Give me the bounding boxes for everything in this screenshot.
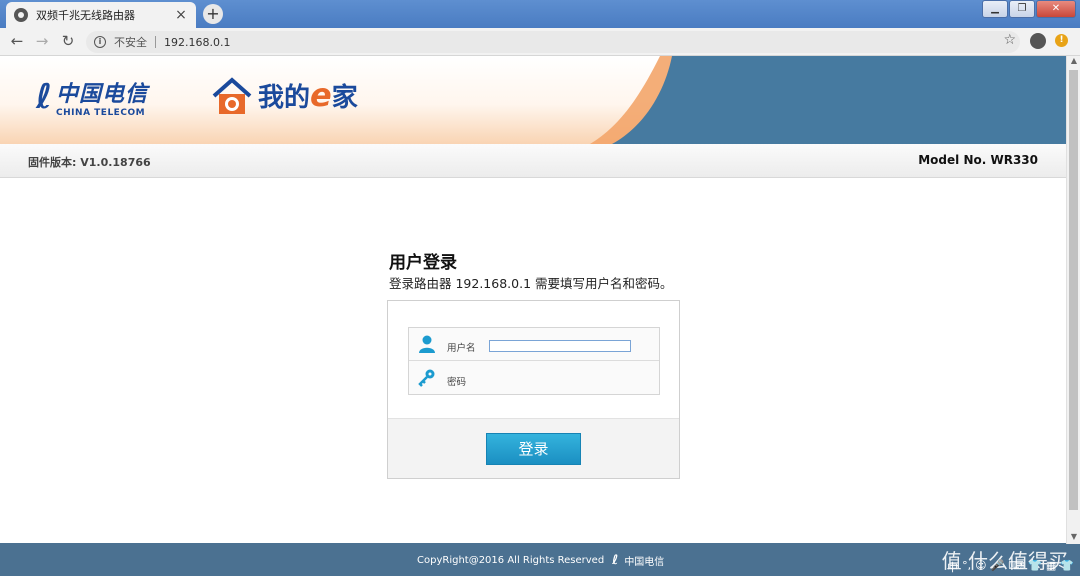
ime-item[interactable]: ▦ (1046, 559, 1056, 575)
tab-title: 双频千兆无线路由器 (36, 9, 135, 22)
ime-tray: 中 °, ☺ 🎤 ⌨ 👕 ▦ 👕 (943, 559, 1074, 575)
back-icon[interactable]: ← (6, 31, 28, 53)
reload-icon[interactable]: ↻ (57, 31, 79, 53)
brand-en: CHINA TELECOM (56, 108, 146, 118)
scroll-up-icon[interactable]: ▲ (1067, 56, 1080, 68)
login-fields: 用户名 密码 (408, 327, 660, 395)
ime-item[interactable]: ⌨ (1008, 559, 1024, 575)
user-icon (419, 335, 435, 353)
browser-tab-bar: 双频千兆无线路由器 × + ▁ ❐ ✕ (0, 0, 1080, 28)
page-footer: CopyRight@2016 All Rights Reserved ℓ 中国电… (0, 543, 1080, 576)
ime-item[interactable]: 🎤 (991, 559, 1005, 575)
router-page: ℓ 中国电信 CHINA TELECOM 我的e家 固件版本: V1.0.187… (0, 56, 1080, 576)
password-row[interactable]: 密码 (409, 361, 659, 394)
login-button[interactable]: 登录 (486, 433, 581, 465)
minimize-button[interactable]: ▁ (982, 0, 1008, 18)
bookmark-star-icon[interactable]: ☆ (1003, 32, 1016, 48)
login-description: 登录路由器 192.168.0.1 需要填写用户名和密码。 (389, 276, 673, 291)
house-icon (212, 77, 252, 114)
scroll-down-icon[interactable]: ▼ (1067, 532, 1080, 544)
tab-close-icon[interactable]: × (174, 7, 188, 23)
window-controls: ▁ ❐ ✕ (981, 0, 1076, 18)
maximize-button[interactable]: ❐ (1009, 0, 1035, 18)
login-footer: 登录 (388, 418, 679, 478)
extension-alert-icon[interactable]: ! (1055, 34, 1068, 47)
slogan: 我的e家 (258, 76, 358, 114)
url-text[interactable]: 192.168.0.1 (164, 36, 230, 49)
banner-blue-shape (590, 56, 1066, 144)
password-label: 密码 (447, 376, 467, 388)
security-label: 不安全 (114, 36, 147, 49)
ime-item[interactable]: 👕 (1028, 559, 1042, 575)
divider (155, 36, 156, 48)
key-icon (418, 369, 435, 387)
ime-item[interactable]: ☺ (975, 559, 986, 575)
login-panel: 用户名 密码 登录 (387, 300, 680, 479)
close-window-button[interactable]: ✕ (1036, 0, 1076, 18)
firmware-version: 固件版本: V1.0.18766 (28, 156, 151, 169)
info-bar: 固件版本: V1.0.18766 Model No. WR330 (0, 144, 1066, 178)
browser-toolbar: ← → ↻ i 不安全 192.168.0.1 ☆ ! (0, 28, 1080, 56)
ime-item[interactable]: 中 (947, 559, 958, 575)
header-banner: ℓ 中国电信 CHINA TELECOM 我的e家 (0, 56, 1066, 144)
telecom-mark-icon: ℓ (36, 77, 53, 117)
forward-icon[interactable]: → (31, 31, 53, 53)
copyright-text: CopyRight@2016 All Rights Reserved (417, 555, 605, 566)
new-tab-button[interactable]: + (203, 4, 223, 24)
brand-cn: 中国电信 (56, 82, 149, 107)
page-favicon-icon (14, 8, 28, 22)
address-bar[interactable]: i 不安全 192.168.0.1 (86, 31, 1020, 53)
username-row: 用户名 (409, 328, 659, 361)
ime-item[interactable]: °, (962, 559, 971, 575)
scroll-thumb[interactable] (1069, 70, 1078, 510)
my-e-home-logo: 我的e家 (210, 74, 358, 118)
copyright: CopyRight@2016 All Rights Reserved ℓ 中国电… (417, 553, 664, 568)
info-icon[interactable]: i (94, 36, 106, 48)
ime-item[interactable]: 👕 (1060, 559, 1074, 575)
account-icon[interactable] (1030, 33, 1046, 49)
username-input[interactable] (489, 340, 631, 352)
browser-tab[interactable]: 双频千兆无线路由器 × (6, 2, 196, 28)
model-number: Model No. WR330 (918, 153, 1038, 167)
footer-brand: 中国电信 (624, 557, 665, 568)
page-scrollbar[interactable]: ▲ ▼ (1066, 56, 1080, 544)
login-title: 用户登录 (389, 253, 457, 273)
china-telecom-logo: ℓ 中国电信 CHINA TELECOM (36, 76, 148, 118)
telecom-mark-icon: ℓ (612, 553, 619, 568)
username-label: 用户名 (447, 343, 476, 354)
